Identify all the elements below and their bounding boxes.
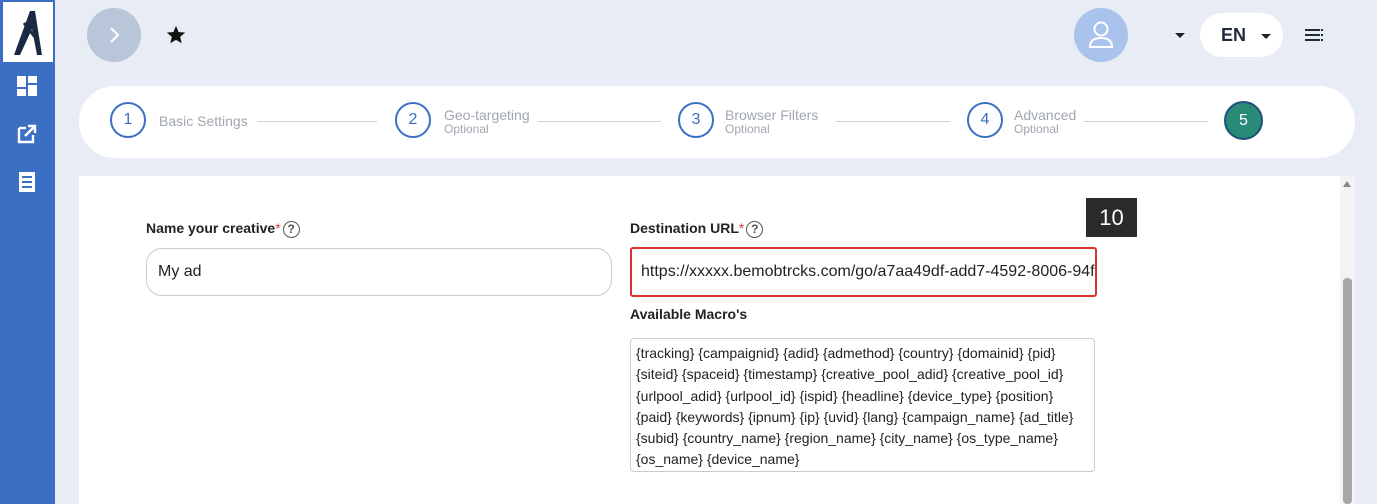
available-macros-box: {tracking} {campaignid} {adid} {admethod… <box>630 338 1095 472</box>
user-menu-chevron-down-icon[interactable] <box>1175 33 1185 38</box>
required-asterisk: * <box>738 220 745 236</box>
sidebar <box>0 0 55 504</box>
step-connector <box>257 121 377 122</box>
name-field-label: Name your creative*? <box>146 220 300 238</box>
menu-icon[interactable] <box>1305 27 1325 43</box>
url-field-label: Destination URL*? <box>630 220 764 238</box>
scrollbar-thumb[interactable] <box>1343 278 1352 504</box>
chevron-right-icon <box>110 27 120 43</box>
url-help-icon[interactable]: ? <box>746 220 764 238</box>
creative-name-input[interactable]: My ad <box>146 248 612 296</box>
required-asterisk: * <box>275 220 281 236</box>
open-external-icon[interactable] <box>15 122 39 146</box>
user-icon <box>1088 21 1114 48</box>
step-5-circle[interactable]: 5 <box>1224 101 1263 140</box>
step-connector <box>538 121 661 122</box>
destination-url-input[interactable]: https://xxxxx.bemobtrcks.com/go/a7aa49df… <box>630 247 1097 297</box>
language-label: EN <box>1221 25 1247 45</box>
step-3-circle[interactable]: 3 <box>678 102 714 138</box>
expand-sidebar-button[interactable] <box>87 8 141 62</box>
step-connector <box>836 121 950 122</box>
step-2-subtitle: Optional <box>444 122 489 136</box>
name-label-text: Name your creative <box>146 220 276 236</box>
step-2-circle[interactable]: 2 <box>395 102 431 138</box>
scroll-up-arrow-icon[interactable] <box>1343 181 1351 187</box>
wizard-stepper: 1 Basic Settings 2 Geo-targeting Optiona… <box>79 86 1355 158</box>
star-icon[interactable] <box>163 22 189 48</box>
receipt-icon[interactable] <box>15 170 39 194</box>
name-help-icon[interactable]: ? <box>282 220 300 238</box>
step-3-title[interactable]: Browser Filters <box>725 107 818 123</box>
url-label-text: Destination URL <box>630 220 739 236</box>
step-1-title[interactable]: Basic Settings <box>159 113 248 129</box>
step-2-title[interactable]: Geo-targeting <box>444 107 530 123</box>
chevron-down-icon <box>1261 34 1271 39</box>
tooltip-badge: 10 <box>1086 198 1137 237</box>
macros-label: Available Macro's <box>630 306 748 322</box>
language-selector[interactable]: EN <box>1200 13 1283 57</box>
step-4-title[interactable]: Advanced <box>1014 107 1076 123</box>
step-connector <box>1084 121 1208 122</box>
step-3-subtitle: Optional <box>725 122 770 136</box>
app-logo[interactable] <box>3 2 53 62</box>
user-avatar[interactable] <box>1074 8 1128 62</box>
step-4-subtitle: Optional <box>1014 122 1059 136</box>
step-1-circle[interactable]: 1 <box>110 102 146 138</box>
step-4-circle[interactable]: 4 <box>967 102 1003 138</box>
dashboard-icon[interactable] <box>15 74 39 98</box>
